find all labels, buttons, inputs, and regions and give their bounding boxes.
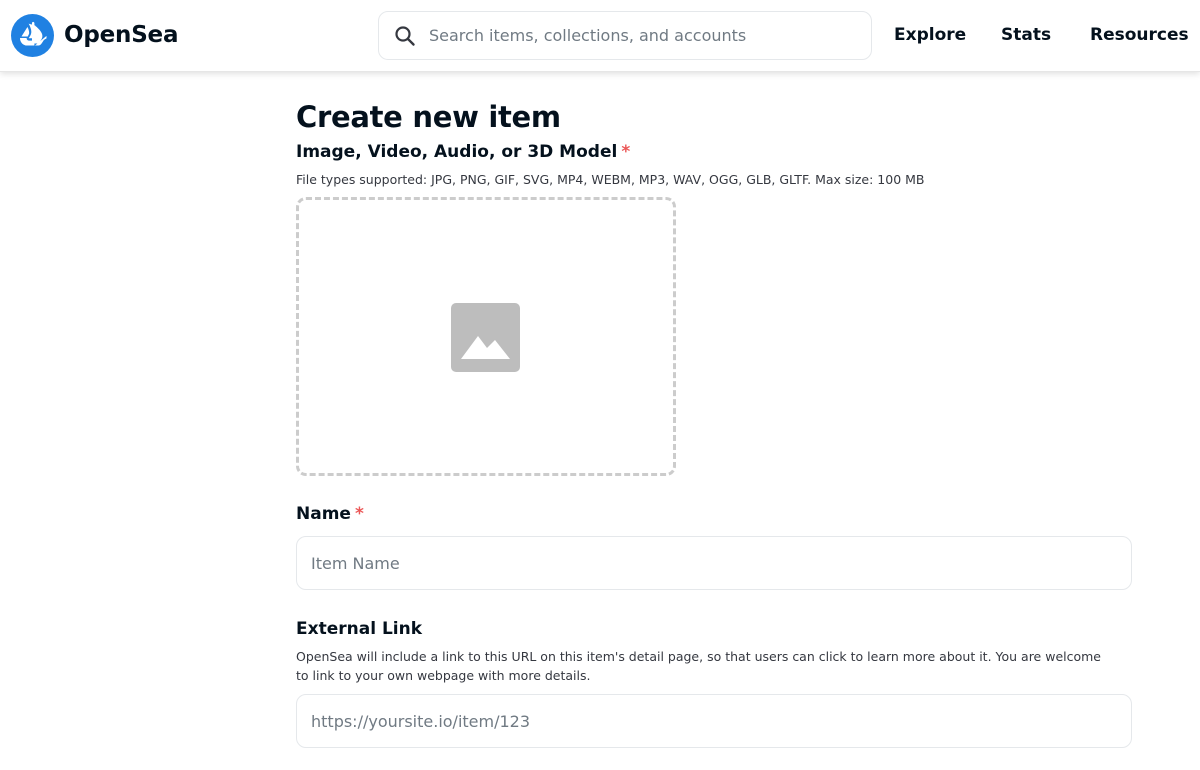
search-input[interactable] [429, 12, 859, 59]
external-link-label: External Link [296, 619, 423, 639]
media-label-text: Image, Video, Audio, or 3D Model [296, 142, 618, 162]
search-bar[interactable] [378, 11, 872, 60]
top-navbar: OpenSea Explore Stats Resources [0, 0, 1200, 72]
item-name-input[interactable] [296, 536, 1132, 590]
media-file-types-helper: File types supported: JPG, PNG, GIF, SVG… [296, 172, 925, 187]
required-asterisk: * [621, 142, 631, 162]
nav-resources[interactable]: Resources [1090, 22, 1189, 48]
media-field-label: Image, Video, Audio, or 3D Model * [296, 141, 630, 163]
nav-explore[interactable]: Explore [894, 22, 966, 48]
external-link-input[interactable] [296, 694, 1132, 748]
brand-name[interactable]: OpenSea [64, 20, 178, 50]
required-asterisk: * [354, 504, 364, 524]
name-label-text: Name [296, 504, 351, 524]
external-link-helper-line2: to link to your own webpage with more de… [296, 668, 591, 683]
name-field-label: Name * [296, 503, 364, 525]
opensea-logo-icon[interactable] [11, 14, 54, 57]
nav-stats[interactable]: Stats [1001, 22, 1051, 48]
media-upload-dropzone[interactable] [296, 197, 676, 476]
image-icon [451, 303, 520, 372]
page-title: Create new item [296, 100, 561, 134]
external-link-helper-line1: OpenSea will include a link to this URL … [296, 649, 1101, 664]
search-icon [395, 26, 415, 46]
